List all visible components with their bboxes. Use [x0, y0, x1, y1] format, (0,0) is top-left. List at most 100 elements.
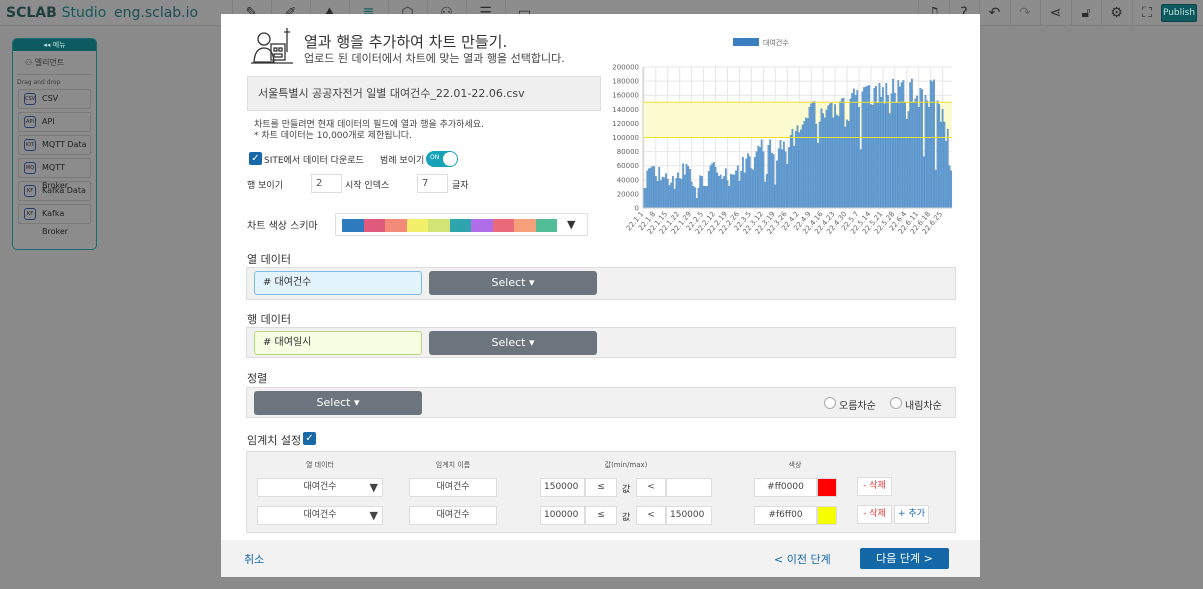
bar: [704, 185, 707, 209]
y-tick-label: 60000: [617, 162, 639, 170]
bar: [740, 171, 743, 209]
threshold-name-input[interactable]: 대여건수: [409, 506, 497, 525]
panel-header[interactable]: ◂◂ 메뉴: [13, 39, 96, 51]
threshold-color-swatch[interactable]: [817, 478, 837, 497]
bar: [730, 174, 732, 209]
bar: [665, 173, 667, 209]
threshold-max-input[interactable]: [666, 478, 712, 497]
threshold-color-input[interactable]: #ff0000: [754, 478, 817, 497]
legend-label: 범례 보이기: [380, 156, 425, 166]
bar: [922, 156, 925, 209]
panel-item-kafka-data[interactable]: KF Kafka Data: [18, 181, 91, 201]
threshold-op1[interactable]: ≤: [585, 478, 617, 497]
threshold-max-input[interactable]: 150000: [666, 506, 712, 525]
bar: [892, 78, 894, 209]
bar: [784, 151, 787, 209]
bar: [692, 185, 695, 209]
prev-step-link[interactable]: < 이전 단계: [774, 551, 831, 567]
color-swatch: [449, 219, 471, 232]
element-client[interactable]: ⚇ 엘리먼트: [17, 51, 92, 75]
threshold-column-select[interactable]: 대여건수 ▼: [257, 506, 383, 525]
threshold-checkbox[interactable]: ✓: [303, 432, 316, 445]
color-swatch: [428, 219, 450, 232]
bar: [827, 105, 830, 209]
rows-input[interactable]: 2: [311, 174, 342, 193]
bar: [829, 103, 831, 209]
bar: [911, 78, 913, 209]
bar: [672, 176, 674, 209]
gear-icon[interactable]: ⚙: [1101, 0, 1131, 26]
next-step-button[interactable]: 다음 단계 >: [860, 548, 949, 569]
threshold-add-button[interactable]: + 추가: [894, 505, 929, 524]
bar: [726, 180, 729, 209]
threshold-delete-button[interactable]: - 삭제: [857, 477, 892, 496]
bar: [670, 182, 673, 209]
bar: [663, 177, 666, 209]
unlock-icon[interactable]: 🔓︎: [1070, 0, 1101, 26]
bar: [813, 101, 816, 209]
share-icon[interactable]: ⋖: [1040, 0, 1070, 26]
bar: [687, 166, 690, 209]
publish-button[interactable]: Publish: [1161, 4, 1197, 22]
threshold-op1[interactable]: ≤: [585, 506, 617, 525]
bar: [711, 163, 714, 209]
threshold-column-select[interactable]: 대여건수 ▼: [257, 478, 383, 497]
cancel-link[interactable]: 취소: [244, 551, 264, 567]
bar: [661, 176, 664, 209]
modal-title: 열과 행을 추가하여 차트 만들기.: [304, 33, 508, 51]
legend-swatch: [733, 38, 759, 46]
threshold-op2[interactable]: <: [636, 478, 666, 497]
modal-subtitle: 업로드 된 데이터에서 차트에 맞는 열과 행을 선택합니다.: [304, 52, 565, 65]
logo: SCLAB Studio: [6, 5, 107, 21]
bar: [880, 97, 883, 209]
color-scheme-select[interactable]: ▼: [335, 213, 588, 236]
row-data-label: 행 데이터: [247, 313, 291, 326]
redo-icon[interactable]: ↷: [1009, 0, 1040, 26]
panel-item-kafka-broker[interactable]: KF Kafka Broker: [18, 204, 91, 236]
color-swatch: [514, 219, 536, 232]
threshold-color-swatch[interactable]: [817, 506, 837, 525]
threshold-min-input[interactable]: 150000: [540, 478, 585, 497]
bar: [668, 185, 671, 209]
bar: [868, 85, 871, 209]
sort-select-button[interactable]: Select ▾: [254, 391, 422, 415]
bar: [871, 104, 874, 209]
y-tick-label: 100000: [612, 134, 639, 142]
column-field-chip[interactable]: # 대여건수: [254, 271, 422, 295]
bar: [721, 178, 724, 209]
value-label: 값: [622, 513, 631, 523]
bar: [936, 100, 939, 209]
fullscreen-icon[interactable]: ⛶: [1131, 0, 1162, 26]
panel-item-mqtt-data[interactable]: IOT MQTT Data: [18, 135, 91, 155]
mqtt-data-icon: IOT: [24, 139, 36, 151]
bar: [735, 170, 737, 209]
legend-toggle[interactable]: ON: [426, 151, 458, 167]
bar: [928, 107, 930, 209]
bar: [742, 157, 744, 209]
bar: [731, 174, 734, 209]
download-checkbox[interactable]: ✓: [249, 152, 262, 165]
panel-item-csv[interactable]: CSV CSV: [18, 89, 91, 109]
panel-item-api[interactable]: API API: [18, 112, 91, 132]
threshold-op2[interactable]: <: [636, 506, 666, 525]
kafka-broker-icon: KF: [24, 208, 36, 220]
bar: [736, 165, 739, 209]
bar: [866, 85, 869, 209]
threshold-name-input[interactable]: 대여건수: [409, 478, 497, 497]
bar: [875, 85, 877, 209]
ascending-radio[interactable]: [824, 397, 836, 409]
start-index-input[interactable]: 7: [417, 174, 448, 193]
bar-chart: 대여건수020000400006000080000100000120000140…: [612, 38, 953, 236]
column-select-button[interactable]: Select ▾: [429, 271, 597, 295]
undo-icon[interactable]: ↶: [979, 0, 1009, 26]
panel-item-mqtt-broker[interactable]: MQ MQTT Broker: [18, 158, 91, 190]
row-select-button[interactable]: Select ▾: [429, 331, 597, 355]
bar: [759, 147, 761, 209]
threshold-delete-button[interactable]: - 삭제: [857, 505, 892, 524]
row-field-chip[interactable]: # 대여일시: [254, 331, 422, 355]
descending-radio[interactable]: [890, 397, 902, 409]
threshold-color-input[interactable]: #f6ff00: [754, 506, 817, 525]
ascending-label: 오름차순: [839, 401, 876, 412]
threshold-min-input[interactable]: 100000: [540, 506, 585, 525]
bar: [702, 185, 705, 209]
